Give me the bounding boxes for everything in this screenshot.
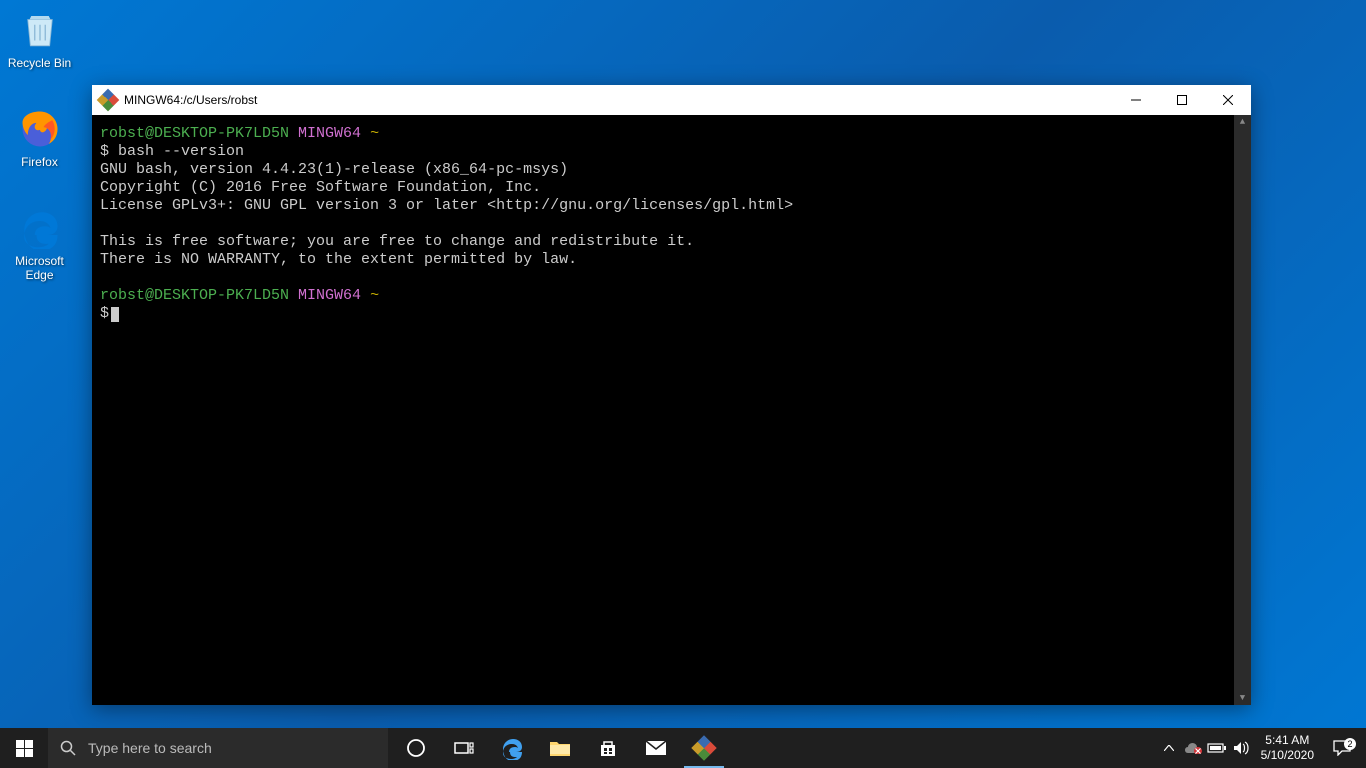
taskbar-app-git-bash[interactable]	[680, 728, 728, 768]
volume-icon	[1233, 741, 1249, 755]
cursor	[111, 307, 119, 322]
scroll-up-icon[interactable]: ▲	[1234, 115, 1251, 129]
onedrive-icon	[1184, 742, 1202, 754]
prompt-env: MINGW64	[298, 287, 361, 304]
search-icon	[60, 740, 76, 756]
prompt-path: ~	[370, 125, 379, 142]
tray-volume[interactable]	[1229, 728, 1253, 768]
task-view-icon	[454, 740, 474, 756]
prompt-user: robst@DESKTOP-PK7LD5N	[100, 287, 289, 304]
terminal-output[interactable]: robst@DESKTOP-PK7LD5N MINGW64 ~ $ bash -…	[92, 115, 1251, 705]
task-view-button[interactable]	[440, 728, 488, 768]
terminal-line: This is free software; you are free to c…	[100, 233, 1243, 251]
desktop-icon-label: Recycle Bin	[2, 56, 77, 70]
close-button[interactable]	[1205, 85, 1251, 115]
terminal-line: License GPLv3+: GNU GPL version 3 or lat…	[100, 197, 1243, 215]
desktop-icon-label: Microsoft Edge	[2, 254, 77, 282]
taskbar-app-mail[interactable]	[632, 728, 680, 768]
git-bash-icon	[98, 90, 118, 110]
minimize-button[interactable]	[1113, 85, 1159, 115]
cortana-icon	[406, 738, 426, 758]
desktop-icon-edge[interactable]: Microsoft Edge	[2, 204, 77, 282]
desktop-icon-label: Firefox	[2, 155, 77, 169]
edge-icon	[16, 204, 64, 252]
git-bash-icon	[693, 737, 715, 759]
search-placeholder: Type here to search	[88, 740, 212, 756]
edge-icon	[500, 736, 524, 760]
chevron-up-icon	[1164, 745, 1174, 751]
taskbar: Type here to search	[0, 728, 1366, 768]
notification-badge: 2	[1344, 738, 1356, 750]
windows-icon	[16, 740, 33, 757]
prompt-dollar: $	[100, 305, 109, 322]
firefox-icon	[16, 105, 64, 153]
tray-chevron-up[interactable]	[1157, 728, 1181, 768]
terminal-command: $ bash --version	[100, 143, 1243, 161]
search-input[interactable]: Type here to search	[48, 728, 388, 768]
maximize-button[interactable]	[1159, 85, 1205, 115]
recycle-bin-icon	[16, 6, 64, 54]
battery-icon	[1207, 742, 1227, 754]
mail-icon	[645, 740, 667, 756]
taskbar-app-explorer[interactable]	[536, 728, 584, 768]
prompt-path: ~	[370, 287, 379, 304]
store-icon	[598, 738, 618, 758]
titlebar[interactable]: MINGW64:/c/Users/robst	[92, 85, 1251, 115]
tray-clock[interactable]: 5:41 AM 5/10/2020	[1253, 733, 1322, 763]
taskbar-app-edge[interactable]	[488, 728, 536, 768]
scroll-down-icon[interactable]: ▼	[1234, 691, 1251, 705]
scrollbar[interactable]: ▲ ▼	[1234, 115, 1251, 705]
tray-battery[interactable]	[1205, 728, 1229, 768]
clock-time: 5:41 AM	[1261, 733, 1314, 748]
prompt-user: robst@DESKTOP-PK7LD5N	[100, 125, 289, 142]
terminal-line: GNU bash, version 4.4.23(1)-release (x86…	[100, 161, 1243, 179]
folder-icon	[549, 739, 571, 757]
terminal-window: MINGW64:/c/Users/robst robst@DESKTOP-PK7…	[92, 85, 1251, 705]
action-center-button[interactable]: 2	[1322, 740, 1362, 756]
tray-onedrive[interactable]	[1181, 728, 1205, 768]
start-button[interactable]	[0, 728, 48, 768]
cortana-button[interactable]	[392, 728, 440, 768]
clock-date: 5/10/2020	[1261, 748, 1314, 763]
terminal-line: Copyright (C) 2016 Free Software Foundat…	[100, 179, 1243, 197]
taskbar-app-store[interactable]	[584, 728, 632, 768]
terminal-line: There is NO WARRANTY, to the extent perm…	[100, 251, 1243, 269]
desktop-icon-firefox[interactable]: Firefox	[2, 105, 77, 169]
window-title: MINGW64:/c/Users/robst	[124, 93, 1113, 107]
desktop-icon-recycle-bin[interactable]: Recycle Bin	[2, 6, 77, 70]
prompt-env: MINGW64	[298, 125, 361, 142]
